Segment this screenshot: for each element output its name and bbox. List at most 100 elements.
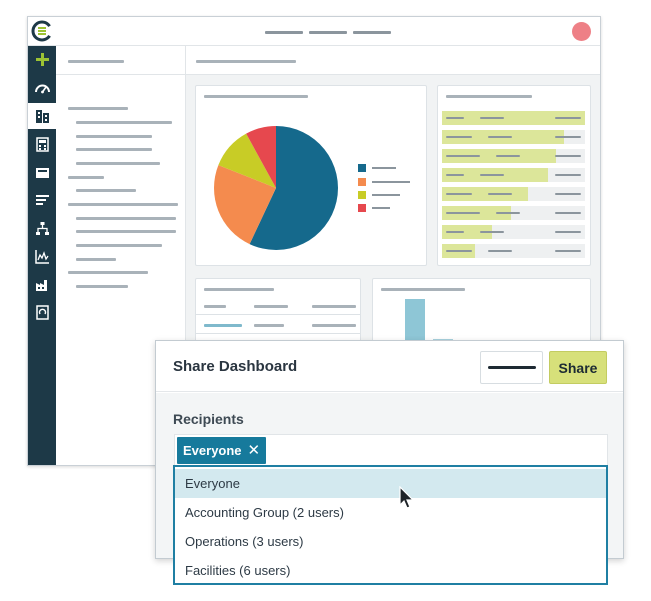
calculator-icon [35,136,49,152]
hbar-row[interactable] [442,168,585,182]
table-cell [312,324,356,327]
sidebar-item-folder[interactable] [28,159,56,185]
dropdown-option[interactable]: Accounting Group (2 users) [175,498,606,527]
hbar-label [446,136,472,138]
sidebar-item-dashboard[interactable] [28,75,56,101]
recipient-chip[interactable]: Everyone ✕ [177,437,267,464]
hbar-label [488,136,512,138]
table-header [204,305,226,308]
nav-item[interactable] [76,121,172,124]
recipients-label: Recipients [173,411,244,427]
legend-item [358,164,418,174]
legend-item [358,178,418,188]
folder-icon [35,167,49,178]
hbar-label [446,212,480,214]
sidebar-item-documents[interactable] [28,299,56,325]
chart-icon [34,249,49,264]
hbar-row[interactable] [442,149,585,163]
card-title [204,95,308,98]
share-button[interactable]: Share [549,351,607,384]
nav-item[interactable] [76,244,162,247]
hbar-row[interactable] [442,187,585,201]
hbar-value [555,250,581,252]
nav-item[interactable] [76,217,176,220]
legend-item [358,191,418,201]
hbar-row[interactable] [442,111,585,125]
hbar-value [555,155,581,157]
factory-icon [35,279,47,291]
hbar-label [446,117,464,119]
building-icon [35,109,49,123]
title-bar [28,17,600,46]
dropdown-option[interactable]: Everyone [175,469,606,498]
hbar-label [446,174,464,176]
add-button[interactable] [28,46,56,72]
hbar-value [555,193,581,195]
pie-chart [214,126,338,250]
hierarchy-icon [35,221,49,235]
sidebar-item-hierarchy[interactable] [28,215,56,241]
hbar-label [488,193,512,195]
recipients-dropdown: Everyone Accounting Group (2 users) Oper… [173,465,608,585]
hbar-label [496,212,520,214]
hbar-value [555,174,581,176]
table-cell [204,324,242,327]
dropdown-option[interactable]: Facilities (6 users) [175,556,606,585]
sidebar-item-facilities[interactable] [28,271,56,297]
recipients-input[interactable]: Everyone ✕ [174,434,608,466]
hbar-row[interactable] [442,130,585,144]
gauge-icon [34,84,50,93]
hbar-label [480,231,504,233]
nav-item[interactable] [76,135,152,138]
remove-chip-icon[interactable]: ✕ [248,443,261,458]
nav-item[interactable] [76,258,116,261]
nav-item[interactable] [76,148,152,151]
hbar-label [446,155,480,157]
hbar-row[interactable] [442,244,585,258]
hbar-label [480,117,504,119]
hbar-value [555,117,581,119]
nav-item[interactable] [76,230,176,233]
hbar-label [446,231,464,233]
hbar-row[interactable] [442,206,585,220]
nav-item[interactable] [76,189,136,192]
secondary-button[interactable] [480,351,543,384]
nav-item[interactable] [76,285,128,288]
dialog-title: Share Dashboard [173,358,298,375]
chip-label: Everyone [183,443,242,458]
pie-chart-card[interactable] [195,85,427,266]
nav-item[interactable] [68,271,148,274]
dropdown-option[interactable]: Operations (3 users) [175,527,606,556]
legend-item [358,204,418,214]
sidebar-item-reports[interactable] [28,187,56,213]
table-header [254,305,288,308]
sidebar-item-calculator[interactable] [28,131,56,157]
document-icon [35,304,49,320]
hbar-label [488,250,512,252]
hbar-label [446,193,472,195]
logo-icon [31,20,53,42]
dashboard-header [186,46,600,75]
table-cell [254,324,284,327]
sidebar-item-analytics[interactable] [28,243,56,269]
window-title [265,31,391,34]
add-icon [35,52,49,66]
nav-item[interactable] [68,107,128,110]
nav-item[interactable] [68,203,178,206]
card-title [204,288,274,291]
nav-item[interactable] [68,176,104,179]
dashboard-title [196,60,296,63]
sidebar-item-buildings[interactable] [28,103,56,129]
hbar-row[interactable] [442,225,585,239]
dialog-header: Share Dashboard Share [156,341,623,392]
icon-sidebar [28,46,56,465]
table-header [312,305,356,308]
hbar-value [555,212,581,214]
nav-item[interactable] [76,162,160,165]
mouse-cursor-icon [399,486,415,509]
nav-header-text [68,60,124,63]
bar-list-card[interactable] [437,85,591,266]
hbar-value [555,231,581,233]
hbar-label [446,250,472,252]
close-button[interactable] [572,22,591,41]
